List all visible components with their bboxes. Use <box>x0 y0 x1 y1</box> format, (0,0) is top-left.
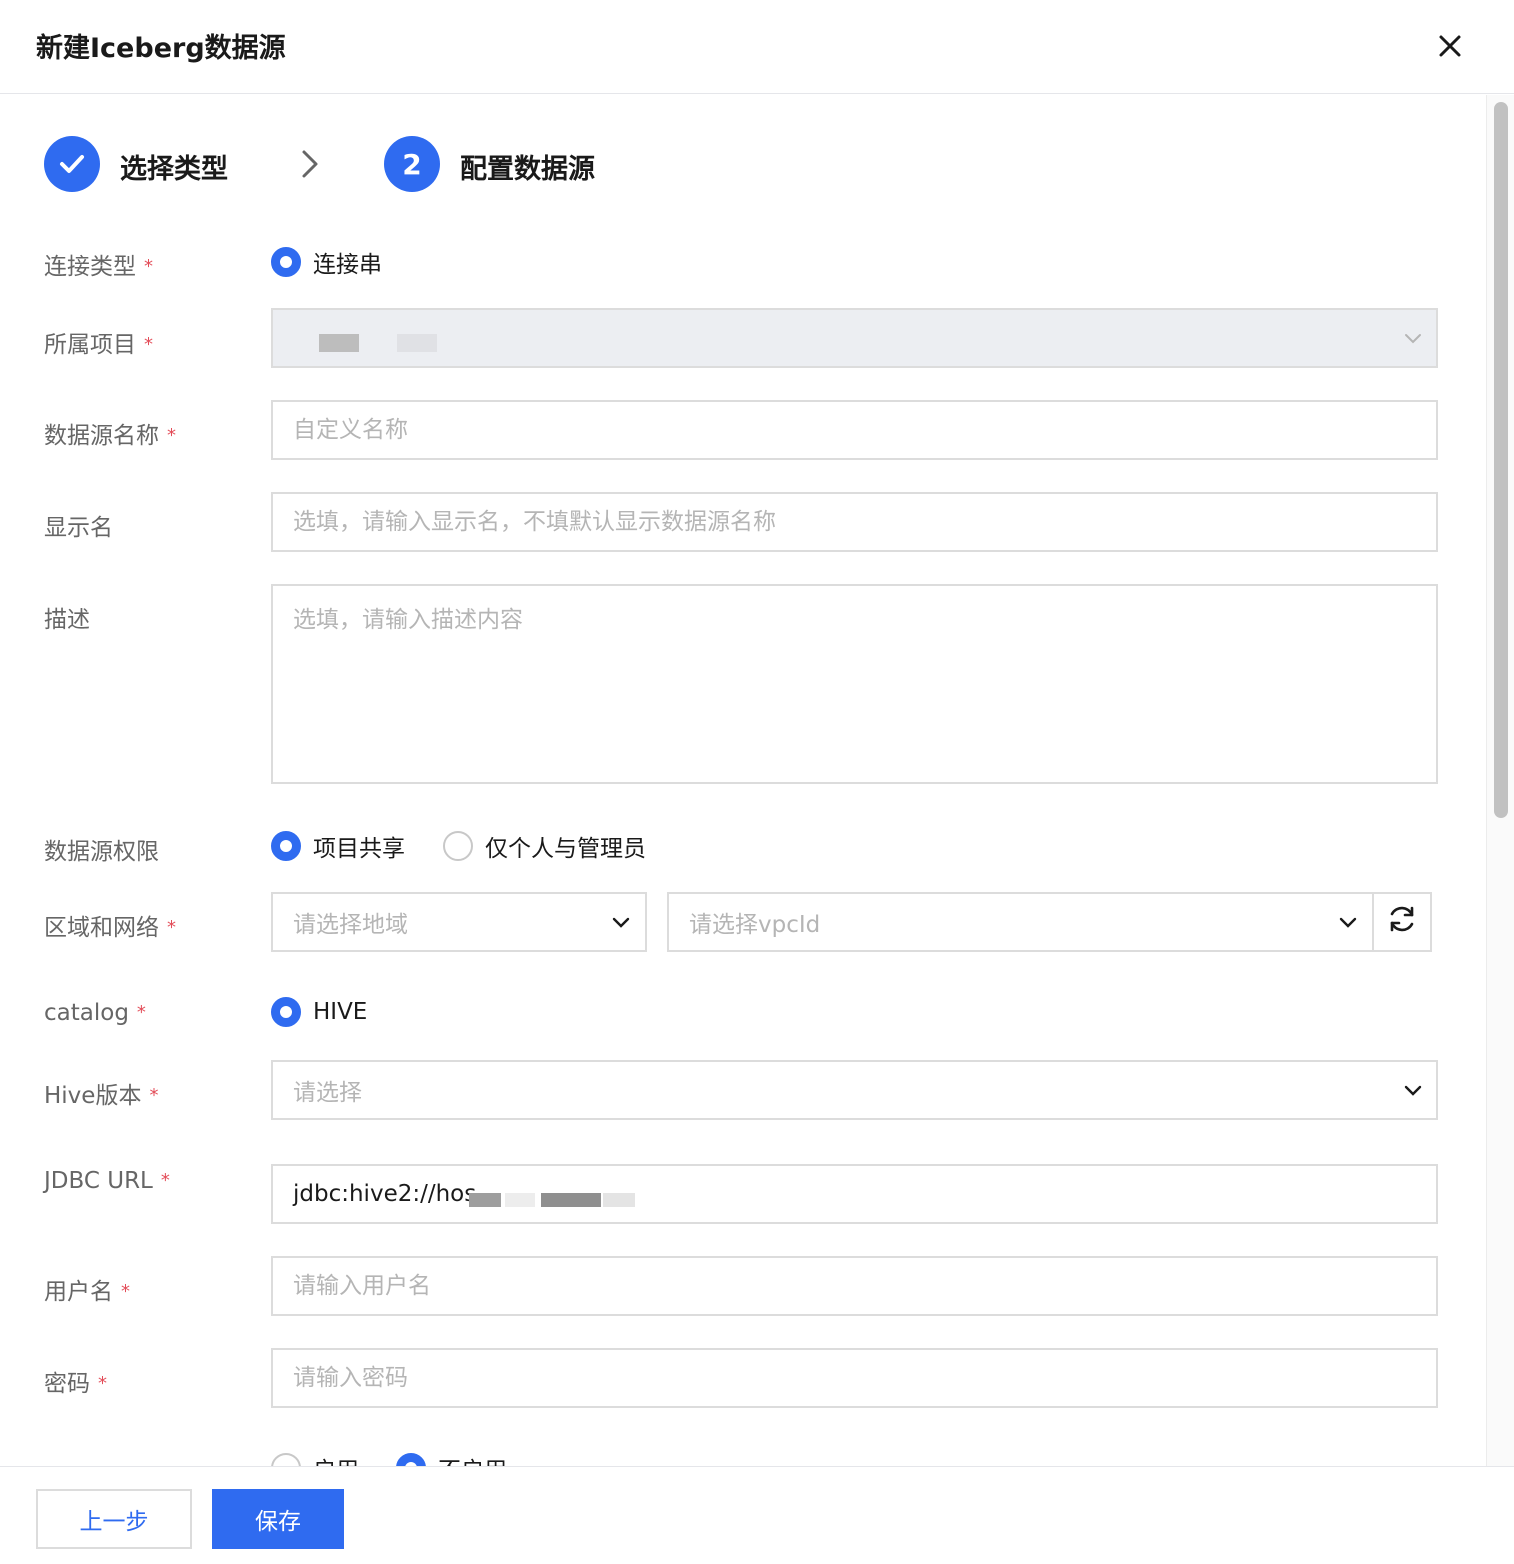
chevron-down-icon <box>1338 912 1358 938</box>
redacted-value <box>397 334 437 352</box>
refresh-button[interactable] <box>1372 892 1432 952</box>
display-name-label: 显示名 <box>44 515 113 541</box>
project-label: 所属项目 * <box>44 332 153 358</box>
permission-label: 数据源权限 <box>44 839 159 865</box>
username-label: 用户名 * <box>44 1279 130 1305</box>
save-button[interactable]: 保存 <box>212 1489 344 1549</box>
redacted-value <box>505 1193 535 1207</box>
hive-metadb-disable-radio[interactable]: 不启用 <box>396 1451 507 1466</box>
jdbc-url-label: JDBC URL * <box>44 1168 170 1194</box>
dialog-title: 新建Iceberg数据源 <box>36 33 286 64</box>
catalog-hive-radio[interactable]: HIVE <box>271 997 367 1027</box>
radio-checked-icon <box>396 1453 426 1466</box>
password-label: 密码 * <box>44 1371 107 1397</box>
hive-metadb-enable-radio[interactable]: 启用 <box>271 1451 359 1466</box>
password-input[interactable] <box>271 1348 1438 1408</box>
datasource-name-label: 数据源名称 * <box>44 423 176 449</box>
radio-checked-icon <box>271 247 301 277</box>
redacted-value <box>469 1193 501 1207</box>
description-label: 描述 <box>44 607 90 633</box>
previous-step-button[interactable]: 上一步 <box>36 1489 192 1549</box>
redacted-value <box>541 1193 601 1207</box>
step-done-icon <box>44 136 100 192</box>
catalog-label: catalog * <box>44 1000 146 1026</box>
refresh-icon <box>1386 903 1418 941</box>
close-icon[interactable] <box>1432 28 1468 64</box>
dialog-body: 选择类型 2 配置数据源 连接类型* 连接串 所属项目* 数据源名称* 显示名 … <box>0 95 1486 1466</box>
display-name-input[interactable] <box>271 492 1438 552</box>
chevron-down-icon <box>1403 328 1423 354</box>
permission-project-shared-radio[interactable]: 项目共享 <box>271 829 405 863</box>
step-2-label: 配置数据源 <box>460 154 595 185</box>
username-input[interactable] <box>271 1256 1438 1316</box>
permission-personal-radio[interactable]: 仅个人与管理员 <box>443 829 646 863</box>
dialog-header: 新建Iceberg数据源 <box>0 0 1514 94</box>
new-datasource-dialog: 新建Iceberg数据源 选择类型 2 配置数据源 连接类型 * 连接串 所属项目… <box>0 0 1514 1564</box>
dialog-footer: 上一步 保存 <box>0 1466 1514 1564</box>
radio-unchecked-icon <box>443 831 473 861</box>
datasource-name-input[interactable] <box>271 400 1438 460</box>
step-2-number: 2 <box>384 136 440 192</box>
radio-checked-icon <box>271 997 301 1027</box>
hive-version-label: Hive版本 * <box>44 1083 159 1109</box>
chevron-down-icon <box>611 912 631 938</box>
vpc-select[interactable]: 请选择vpcId <box>667 892 1374 952</box>
connection-type-label: 连接类型 * <box>44 254 153 280</box>
connection-type-radio[interactable]: 连接串 <box>271 245 382 279</box>
step-1-label: 选择类型 <box>120 154 228 185</box>
region-select[interactable]: 请选择地域 <box>271 892 647 952</box>
radio-checked-icon <box>271 831 301 861</box>
jdbc-url-input[interactable]: jdbc:hive2://hos <box>271 1164 1438 1224</box>
scrollbar-thumb[interactable] <box>1494 102 1508 818</box>
project-select[interactable] <box>271 308 1438 368</box>
redacted-value <box>603 1193 635 1207</box>
region-network-label: 区域和网络 * <box>44 915 176 941</box>
radio-unchecked-icon <box>271 1453 301 1466</box>
hive-version-select[interactable]: 请选择 <box>271 1060 1438 1120</box>
chevron-right-icon <box>298 149 322 183</box>
redacted-value <box>319 334 359 352</box>
description-textarea[interactable] <box>271 584 1438 784</box>
chevron-down-icon <box>1403 1080 1423 1106</box>
